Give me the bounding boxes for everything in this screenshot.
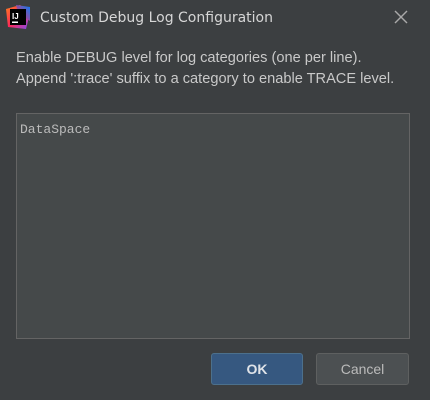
close-icon[interactable]: [391, 7, 411, 27]
instructions-line-1: Enable DEBUG level for log categories (o…: [16, 50, 362, 66]
cancel-button[interactable]: Cancel: [316, 353, 409, 385]
intellij-idea-icon: IJ: [6, 5, 30, 29]
instructions-text: Enable DEBUG level for log categories (o…: [16, 48, 420, 90]
svg-text:IJ: IJ: [12, 12, 19, 21]
dialog-title: Custom Debug Log Configuration: [40, 10, 273, 26]
log-categories-textarea[interactable]: DataSpace: [16, 113, 410, 339]
ok-button[interactable]: OK: [211, 353, 303, 385]
debug-log-config-dialog: IJ Custom Debug Log Configuration Enable…: [0, 0, 430, 400]
title-bar: IJ Custom Debug Log Configuration: [0, 0, 430, 36]
instructions-line-2: Append ':trace' suffix to a category to …: [16, 71, 395, 87]
